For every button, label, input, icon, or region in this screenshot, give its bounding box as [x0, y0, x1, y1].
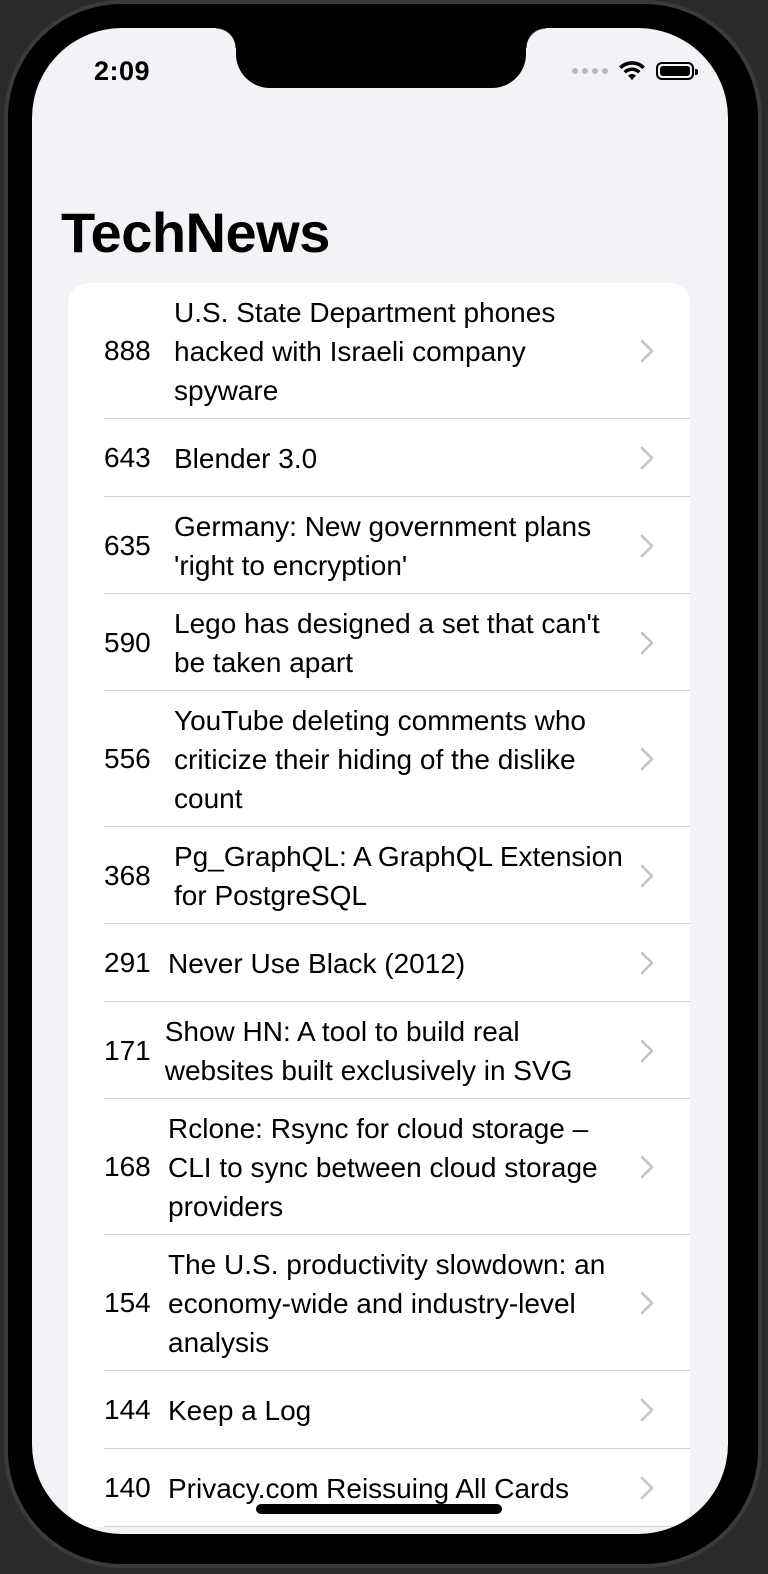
chevron-right-icon — [640, 951, 654, 975]
battery-icon — [656, 62, 698, 80]
story-row[interactable]: 291 Never Use Black (2012) — [68, 924, 690, 1002]
story-score: 171 — [104, 1034, 151, 1066]
wifi-icon — [619, 61, 645, 80]
story-title: Germany: New government plans 'right to … — [174, 510, 592, 581]
screen: 2:09 TechNews 888 U.S. State Department p… — [32, 28, 728, 1534]
story-score: 154 — [104, 1287, 151, 1318]
story-title: Keep a Log — [168, 1394, 312, 1426]
story-row[interactable]: 144 Keep a Log — [68, 1371, 690, 1449]
story-score: 168 — [104, 1151, 151, 1182]
story-row[interactable]: 635 Germany: New government plans 'right … — [68, 497, 690, 594]
story-row[interactable]: 171 Show HN: A tool to build real website… — [68, 1002, 690, 1099]
chevron-right-icon — [640, 446, 654, 470]
chevron-right-icon — [640, 1476, 654, 1500]
story-score: 888 — [104, 335, 151, 366]
status-icons — [572, 60, 698, 82]
story-score: 291 — [104, 947, 151, 978]
device-frame: 2:09 TechNews 888 U.S. State Department p… — [0, 0, 768, 1574]
chevron-right-icon — [640, 534, 654, 557]
story-title: The U.S. productivity slowdown: an econo… — [168, 1248, 606, 1358]
story-score: 635 — [104, 529, 151, 561]
chevron-right-icon — [640, 864, 654, 887]
chevron-right-icon — [640, 1155, 654, 1179]
story-title: Privacy.com Reissuing All Cards — [168, 1472, 569, 1504]
story-row[interactable]: 643 Blender 3.0 — [68, 419, 690, 497]
story-title: U.S. State Department phones hacked with… — [174, 296, 556, 406]
story-title: Rclone: Rsync for cloud storage – CLI to… — [168, 1112, 598, 1222]
story-score: 140 — [104, 1472, 151, 1503]
story-row[interactable]: 590 Lego has designed a set that can't be… — [68, 594, 690, 691]
chevron-right-icon — [640, 631, 654, 654]
story-list: 888 U.S. State Department phones hacked w… — [68, 283, 690, 1527]
story-row[interactable]: 154 The U.S. productivity slowdown: an ec… — [68, 1235, 690, 1371]
chevron-right-icon — [640, 1398, 654, 1422]
story-title: Pg_GraphQL: A GraphQL Extension for Post… — [174, 840, 623, 911]
story-row[interactable]: 556 YouTube deleting comments who critici… — [68, 691, 690, 827]
chevron-right-icon — [640, 1291, 654, 1315]
story-row[interactable]: 140 Privacy.com Reissuing All Cards — [68, 1449, 690, 1527]
story-score: 144 — [104, 1394, 151, 1425]
story-row[interactable]: 888 U.S. State Department phones hacked w… — [68, 283, 690, 419]
page-title: TechNews — [61, 201, 330, 264]
story-title: Lego has designed a set that can't be ta… — [174, 607, 600, 678]
story-score: 556 — [104, 743, 151, 774]
status-time: 2:09 — [94, 56, 151, 86]
story-score: 643 — [104, 442, 151, 473]
chevron-right-icon — [640, 747, 654, 771]
home-indicator[interactable] — [256, 1504, 502, 1514]
story-score: 590 — [104, 626, 151, 658]
story-title: Blender 3.0 — [174, 442, 318, 474]
story-title: Never Use Black (2012) — [168, 947, 466, 979]
story-title: YouTube deleting comments who criticize … — [174, 704, 586, 814]
chevron-right-icon — [640, 1039, 654, 1062]
story-row[interactable]: 368 Pg_GraphQL: A GraphQL Extension for P… — [68, 827, 690, 924]
notch — [216, 28, 546, 88]
signal-icon — [572, 68, 608, 74]
chevron-right-icon — [640, 339, 654, 363]
story-row[interactable]: 168 Rclone: Rsync for cloud storage – CLI… — [68, 1099, 690, 1235]
story-score: 368 — [104, 859, 151, 891]
story-title: Show HN: A tool to build real websites b… — [164, 1015, 573, 1086]
